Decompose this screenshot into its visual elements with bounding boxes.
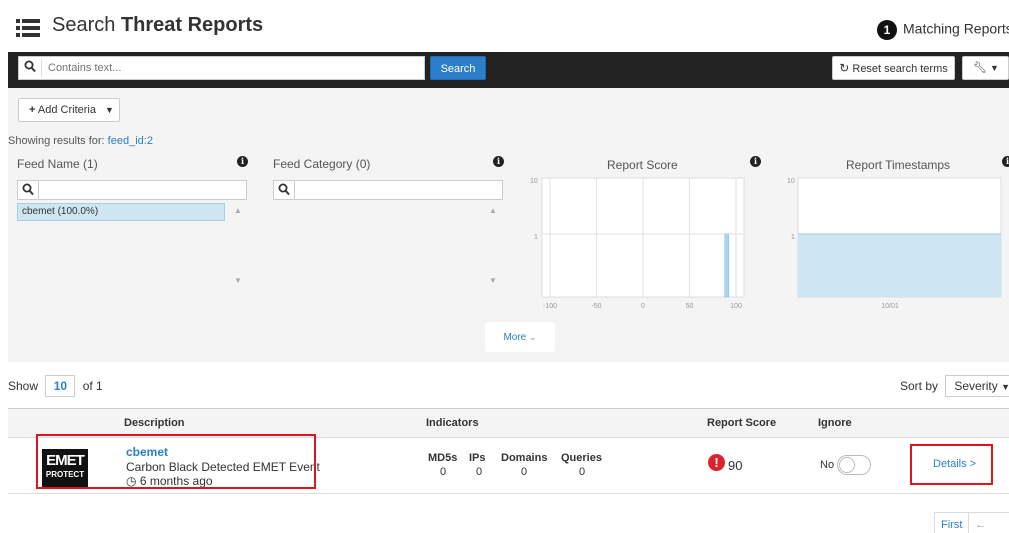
search-icon	[278, 183, 290, 196]
showing-results: Showing results for: feed_id:2	[8, 135, 153, 147]
page-of-label: of 1	[82, 379, 103, 393]
add-criteria-label: Add Criteria	[37, 104, 96, 116]
info-icon[interactable]: i	[1002, 156, 1009, 167]
column-header-description[interactable]: Description	[124, 417, 185, 429]
reset-icon: ↻	[839, 61, 850, 75]
indicator-value-ips: 0	[476, 466, 483, 478]
indicator-value-domains: 0	[521, 466, 528, 478]
list-menu-icon[interactable]	[16, 18, 40, 38]
search-icon	[24, 60, 36, 73]
sort-control: Sort by Severity ▼	[900, 375, 1009, 397]
highlight-box-details	[910, 444, 993, 485]
reset-label: Reset search terms	[852, 63, 948, 75]
info-icon[interactable]: i	[750, 156, 761, 167]
column-header-ignore[interactable]: Ignore	[818, 417, 852, 429]
indicator-label-md5s: MD5s	[428, 452, 458, 464]
y-tick-label: 1	[791, 234, 795, 241]
alert-icon: !	[708, 454, 725, 471]
info-icon[interactable]: i	[237, 156, 248, 167]
feed-category-filter-input[interactable]	[294, 181, 502, 199]
toggle-knob	[839, 457, 855, 473]
showing-filter-link[interactable]: feed_id:2	[108, 135, 153, 147]
tools-dropdown-button[interactable]: 🔧︎ ▼	[962, 56, 1009, 80]
sort-value: Severity	[954, 379, 998, 393]
feed-name-filter-input[interactable]	[38, 181, 246, 199]
y-tick-label: 1	[534, 234, 538, 241]
search-icon	[22, 183, 34, 196]
page-size-control: Show 10 of 1	[8, 375, 103, 397]
plus-icon: +	[29, 104, 36, 116]
x-tick-label: 100	[730, 303, 742, 310]
facet-title-feed-name: Feed Name (1)	[17, 157, 98, 171]
matching-reports: 1 Matching Reports	[877, 20, 1009, 40]
indicator-label-domains: Domains	[501, 452, 548, 464]
first-page-button[interactable]: First	[935, 513, 968, 533]
feed-category-filter	[273, 180, 503, 200]
caret-down-icon: ▼	[105, 105, 114, 115]
sort-label: Sort by	[900, 379, 939, 393]
more-button[interactable]: More ⌄	[485, 322, 555, 352]
indicator-label-queries: Queries	[561, 452, 602, 464]
caret-down-icon: ▼	[990, 63, 999, 73]
page-size-input[interactable]: 10	[45, 375, 76, 397]
score-bar[interactable]	[724, 233, 729, 298]
facet-title-feed-category: Feed Category (0)	[273, 157, 371, 171]
page-title-bold: Threat Reports	[120, 14, 264, 36]
indicator-value-md5s: 0	[440, 466, 447, 478]
x-tick-label: -50	[591, 303, 601, 310]
search-input[interactable]	[41, 59, 421, 77]
wrench-icon: 🔧︎	[973, 62, 987, 74]
facet-item-cbemet[interactable]: cbemet (100.0%)	[17, 203, 225, 221]
prev-page-button[interactable]: ←	[968, 513, 992, 533]
x-tick-label: 50	[686, 303, 694, 310]
caret-down-icon: ▼	[1001, 382, 1009, 392]
x-tick-label: 0	[641, 303, 645, 310]
x-tick-label: -100	[543, 303, 557, 310]
column-header-indicators[interactable]: Indicators	[426, 417, 479, 429]
page-title: Search Threat Reports	[52, 14, 263, 37]
add-criteria-button[interactable]: + Add Criteria ▼	[18, 98, 120, 122]
reset-search-button[interactable]: ↻ Reset search terms	[832, 56, 955, 80]
showing-prefix: Showing results for:	[8, 135, 105, 147]
scroll-up-icon[interactable]: ▲	[234, 206, 242, 215]
indicator-value-queries: 0	[579, 466, 586, 478]
more-label: More	[503, 332, 527, 343]
highlight-box-description	[36, 434, 316, 489]
scroll-down-icon[interactable]: ▼	[234, 276, 242, 285]
search-box	[18, 56, 425, 80]
ignore-label: No	[820, 459, 835, 471]
info-icon[interactable]: i	[493, 156, 504, 167]
report-score-value: 90	[728, 458, 743, 473]
feed-name-filter	[17, 180, 247, 200]
timestamp-area	[798, 234, 1001, 297]
match-count-badge: 1	[877, 20, 897, 40]
page-title-prefix: Search	[52, 14, 116, 36]
show-label: Show	[8, 379, 39, 393]
scroll-up-icon[interactable]: ▲	[489, 206, 497, 215]
match-label: Matching Reports	[903, 20, 1009, 37]
scroll-down-icon[interactable]: ▼	[489, 276, 497, 285]
column-header-report-score[interactable]: Report Score	[707, 417, 776, 429]
report-score-chart: 10 1 -100 -50 0 50 100	[530, 177, 745, 310]
y-tick-label: 10	[530, 178, 538, 185]
y-tick-label: 10	[787, 178, 795, 185]
ignore-toggle[interactable]	[837, 455, 871, 475]
search-button[interactable]: Search	[430, 56, 486, 80]
sort-select[interactable]: Severity ▼	[945, 375, 1009, 397]
chevron-down-icon: ⌄	[529, 332, 537, 342]
report-timestamps-chart: 10 1 10/01	[787, 177, 1002, 310]
indicator-label-ips: IPs	[469, 452, 486, 464]
x-tick-label: 10/01	[881, 303, 899, 310]
pagination: First ←	[934, 512, 1009, 533]
